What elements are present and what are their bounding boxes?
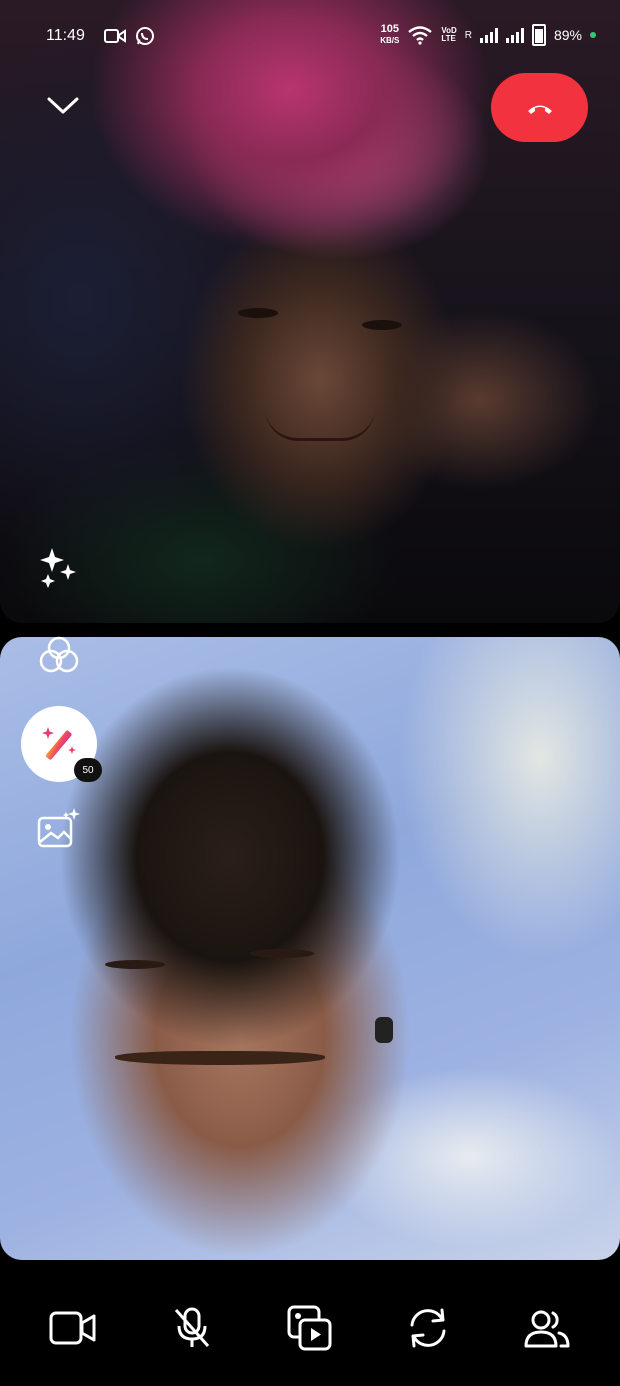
status-time: 11:49 bbox=[46, 27, 85, 44]
gallery-play-icon bbox=[287, 1305, 332, 1351]
hang-up-icon bbox=[527, 105, 552, 114]
whatsapp-icon bbox=[136, 27, 154, 45]
video-camera-icon bbox=[104, 29, 126, 43]
remote-face-eye bbox=[362, 320, 402, 330]
sparkle-effects-icon[interactable] bbox=[36, 544, 82, 590]
mute-button[interactable] bbox=[164, 1300, 220, 1356]
network-speed: 105 KB/S bbox=[380, 24, 399, 46]
battery-icon bbox=[531, 24, 546, 46]
network-speed-unit: KB/S bbox=[380, 36, 400, 45]
camera-switch-icon bbox=[410, 1308, 446, 1348]
filters-icon[interactable] bbox=[36, 634, 82, 676]
privacy-indicator-dot bbox=[590, 32, 596, 38]
participants-button[interactable] bbox=[519, 1300, 575, 1356]
call-controls-bar bbox=[0, 1270, 620, 1386]
background-image-icon[interactable] bbox=[36, 806, 82, 852]
roaming-indicator: R bbox=[464, 29, 472, 41]
end-call-button[interactable] bbox=[491, 73, 588, 142]
wifi-icon bbox=[408, 26, 433, 45]
flip-camera-button[interactable] bbox=[400, 1300, 456, 1356]
network-speed-value: 105 bbox=[380, 23, 399, 35]
effects-count-badge: 50 bbox=[74, 758, 102, 782]
signal-bars-icon bbox=[479, 27, 498, 43]
people-icon bbox=[524, 1310, 570, 1348]
share-media-button[interactable] bbox=[282, 1300, 338, 1356]
signal-bars-icon bbox=[505, 27, 524, 43]
magic-wand-icon bbox=[42, 727, 76, 760]
minimize-call-button[interactable] bbox=[44, 86, 82, 124]
earphone bbox=[375, 1017, 393, 1043]
camera-toggle-button[interactable] bbox=[45, 1300, 101, 1356]
self-face-moustache bbox=[115, 1051, 325, 1065]
microphone-muted-icon bbox=[174, 1307, 209, 1347]
volte-indicator: VoD LTE bbox=[441, 27, 456, 43]
self-face-eye bbox=[250, 949, 314, 958]
remote-face-eye bbox=[238, 308, 278, 318]
video-camera-icon bbox=[49, 1311, 96, 1345]
lte-label: LTE bbox=[441, 34, 456, 43]
battery-percent: 89% bbox=[553, 27, 582, 43]
self-face-eye bbox=[105, 960, 165, 969]
status-bar: 11:49 105 KB/S VoD LTE R 89% bbox=[0, 0, 620, 74]
remote-face-smile bbox=[265, 408, 375, 441]
